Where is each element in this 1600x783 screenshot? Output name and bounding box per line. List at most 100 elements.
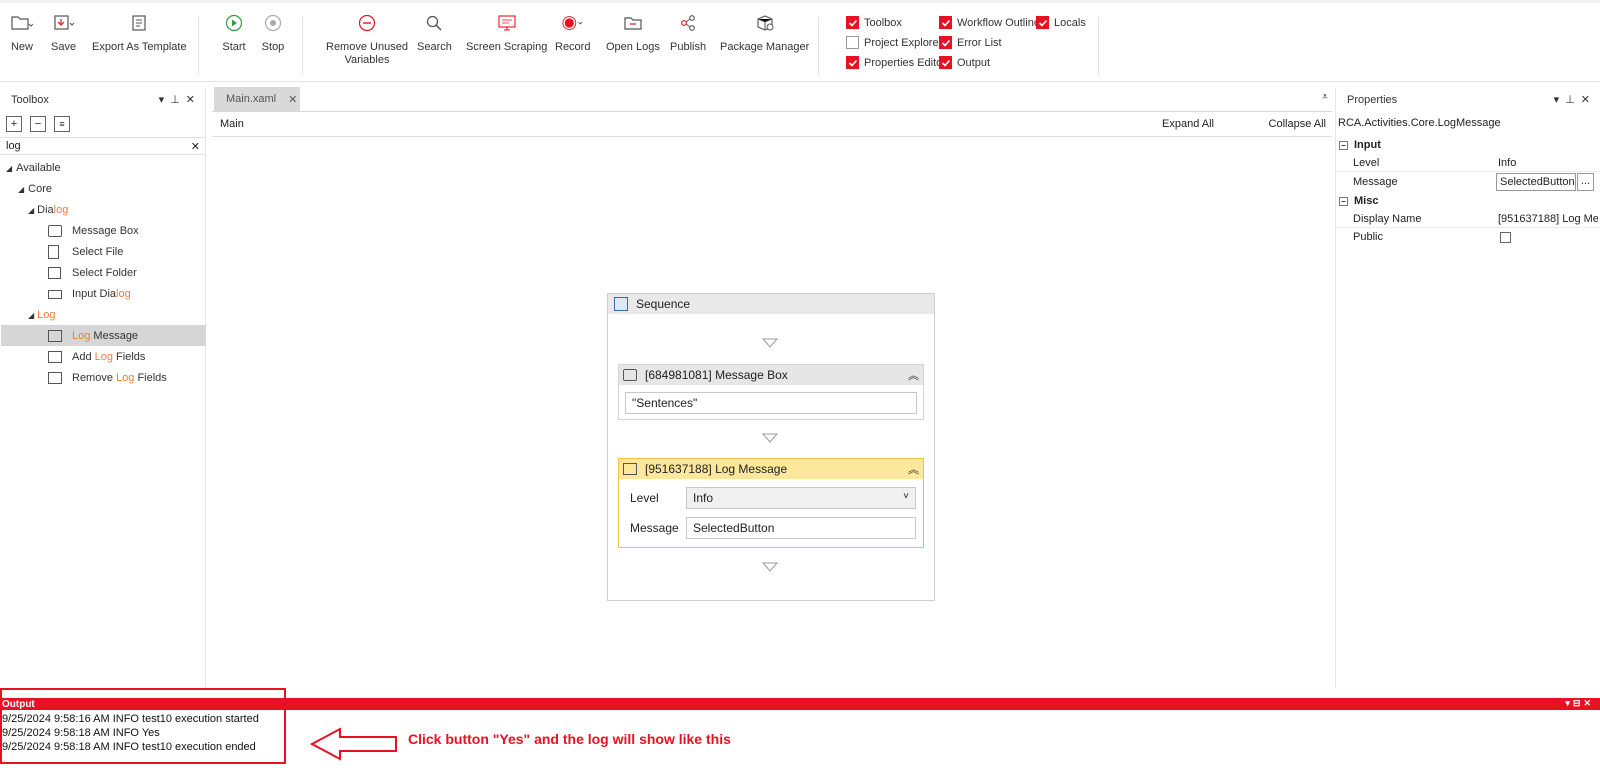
input-dialog-icon [48, 289, 62, 299]
property-row-message[interactable]: Message SelectedButton ... [1336, 172, 1600, 192]
log-message-icon [623, 463, 637, 475]
tree-item-available[interactable]: ◢ Available [6, 158, 61, 178]
record-button[interactable]: Record [555, 11, 590, 54]
start-button[interactable]: Start [222, 11, 246, 54]
message-box-text-field[interactable]: "Sentences" [625, 392, 917, 414]
tree-label: Available [16, 162, 61, 174]
message-property-input[interactable]: SelectedButton [1496, 173, 1576, 191]
workflow-outline-checkbox[interactable]: Workflow Outline [939, 16, 1040, 29]
new-button[interactable]: New [10, 11, 34, 54]
drop-arrow-icon[interactable] [761, 433, 779, 446]
toolbox-tool-row: + − ≡ [6, 116, 70, 132]
pin-icon[interactable]: ⊥ [170, 93, 180, 106]
open-logs-icon [621, 11, 645, 35]
breadcrumb[interactable]: Main [220, 118, 244, 130]
collapse-all-icon[interactable]: − [30, 116, 46, 132]
toolbox-checkbox[interactable]: Toolbox [846, 16, 902, 29]
close-icon[interactable]: ✕ [186, 93, 195, 106]
project-explorer-checkbox[interactable]: Project Explorer [846, 36, 942, 49]
properties-editor-checkbox[interactable]: Properties Editor [846, 56, 946, 69]
stop-button[interactable]: Stop [261, 11, 285, 54]
tree-label: Dia [37, 204, 54, 216]
toolbox-search-input[interactable]: log [6, 140, 191, 152]
sequence-activity[interactable]: Sequence [684981081] Message Box ︽ "Sent… [607, 293, 935, 601]
export-as-template-button[interactable]: Export As Template [92, 11, 187, 54]
list-view-icon[interactable]: ≡ [54, 116, 70, 132]
close-tab-icon[interactable]: ✕ [288, 93, 297, 106]
tree-item-select-folder[interactable]: Select Folder [48, 263, 137, 283]
tree-label: Input Dia [72, 288, 117, 300]
ribbon-toolbar: New Save Export As Template Start Stop R… [0, 0, 1600, 82]
log-message-activity[interactable]: [951637188] Log Message ︽ Level Info ˅ M… [618, 458, 924, 548]
tree-label: Message Box [72, 225, 139, 237]
close-icon[interactable]: ✕ [1581, 93, 1590, 106]
ellipsis-button[interactable]: ... [1577, 173, 1594, 191]
property-value: Info [1498, 156, 1517, 169]
message-field[interactable]: SelectedButton [686, 517, 916, 539]
tree-label: Add [72, 351, 95, 363]
level-select[interactable]: Info ˅ [686, 487, 916, 509]
locals-checkbox[interactable]: Locals [1036, 16, 1086, 29]
ribbon-separator [818, 17, 819, 75]
collapse-all-link[interactable]: Collapse All [1269, 118, 1326, 130]
property-name: Public [1353, 231, 1383, 243]
dropdown-icon[interactable]: ▾ [159, 93, 165, 106]
drop-arrow-icon[interactable] [761, 338, 779, 351]
output-checkbox[interactable]: Output [939, 56, 990, 69]
checkmark-icon [846, 16, 859, 29]
search-label: Search [417, 41, 452, 53]
save-label: Save [51, 41, 77, 53]
property-row-level[interactable]: Level Info [1336, 154, 1600, 172]
message-box-activity[interactable]: [684981081] Message Box ︽ "Sentences" [618, 364, 924, 420]
category-misc[interactable]: − Misc [1336, 192, 1600, 210]
message-box-activity-header: [684981081] Message Box ︽ [619, 365, 923, 385]
dropdown-icon[interactable]: ▾ [1554, 93, 1560, 106]
expand-all-link[interactable]: Expand All [1162, 118, 1214, 130]
error-list-checkbox[interactable]: Error List [939, 36, 1002, 49]
ribbon-separator [198, 17, 199, 75]
locals-checkbox-label: Locals [1054, 16, 1086, 29]
output-window-controls[interactable]: ▾⊟✕ [1565, 698, 1594, 709]
collapse-chevron-icon[interactable]: ︽ [908, 367, 919, 383]
remove-unused-variables-button[interactable]: Remove Unused Variables [326, 11, 408, 67]
properties-editor-checkbox-label: Properties Editor [864, 56, 946, 69]
property-row-display-name[interactable]: Display Name [951637188] Log Mes [1336, 210, 1600, 228]
tab-overflow-icon[interactable]: ⩡ [1322, 91, 1328, 104]
open-logs-label: Open Logs [606, 41, 660, 53]
tree-item-add-log-fields[interactable]: Add Log Fields [48, 347, 145, 367]
publish-button[interactable]: Publish [670, 11, 706, 54]
tree-item-select-file[interactable]: Select File [48, 242, 123, 262]
play-icon [222, 11, 246, 35]
remove-unused-label-line1: Remove Unused [326, 41, 408, 53]
category-input[interactable]: − Input [1336, 136, 1600, 154]
pin-icon[interactable]: ⊥ [1565, 93, 1575, 106]
tab-main-xaml[interactable]: Main.xaml ✕ [214, 87, 300, 111]
tree-item-message-box[interactable]: Message Box [48, 221, 139, 241]
tree-item-input-dialog[interactable]: Input Dia log [48, 284, 131, 304]
screen-scraping-icon [495, 11, 519, 35]
tree-item-log-message[interactable]: Log Message [1, 325, 206, 346]
package-manager-button[interactable]: Package Manager [720, 11, 809, 54]
ribbon-separator [302, 17, 303, 75]
expand-all-icon[interactable]: + [6, 116, 22, 132]
tree-item-remove-log-fields[interactable]: Remove Log Fields [48, 368, 167, 388]
drop-arrow-icon[interactable] [761, 562, 779, 575]
level-select-value: Info [693, 491, 714, 505]
collapse-triangle-icon: ◢ [28, 310, 35, 320]
property-value: [951637188] Log Mes [1498, 212, 1598, 225]
collapse-chevron-icon[interactable]: ︽ [908, 461, 919, 477]
collapse-triangle-icon: ◢ [18, 184, 25, 194]
properties-title: Properties [1347, 94, 1398, 106]
tree-item-dialog[interactable]: ◢ Dia log [28, 200, 68, 220]
search-button[interactable]: Search [417, 11, 452, 54]
property-row-public[interactable]: Public [1336, 228, 1600, 246]
tree-item-core[interactable]: ◢ Core [18, 179, 52, 199]
public-checkbox[interactable] [1500, 231, 1511, 243]
clear-search-icon[interactable]: ✕ [191, 140, 200, 153]
annotation-text: Click button "Yes" and the log will show… [408, 731, 731, 747]
save-button[interactable]: Save [51, 11, 76, 54]
sequence-header: Sequence [608, 294, 934, 314]
tree-item-log[interactable]: ◢ Log [28, 305, 56, 325]
screen-scraping-button[interactable]: Screen Scraping [466, 11, 547, 54]
open-logs-button[interactable]: Open Logs [606, 11, 660, 54]
